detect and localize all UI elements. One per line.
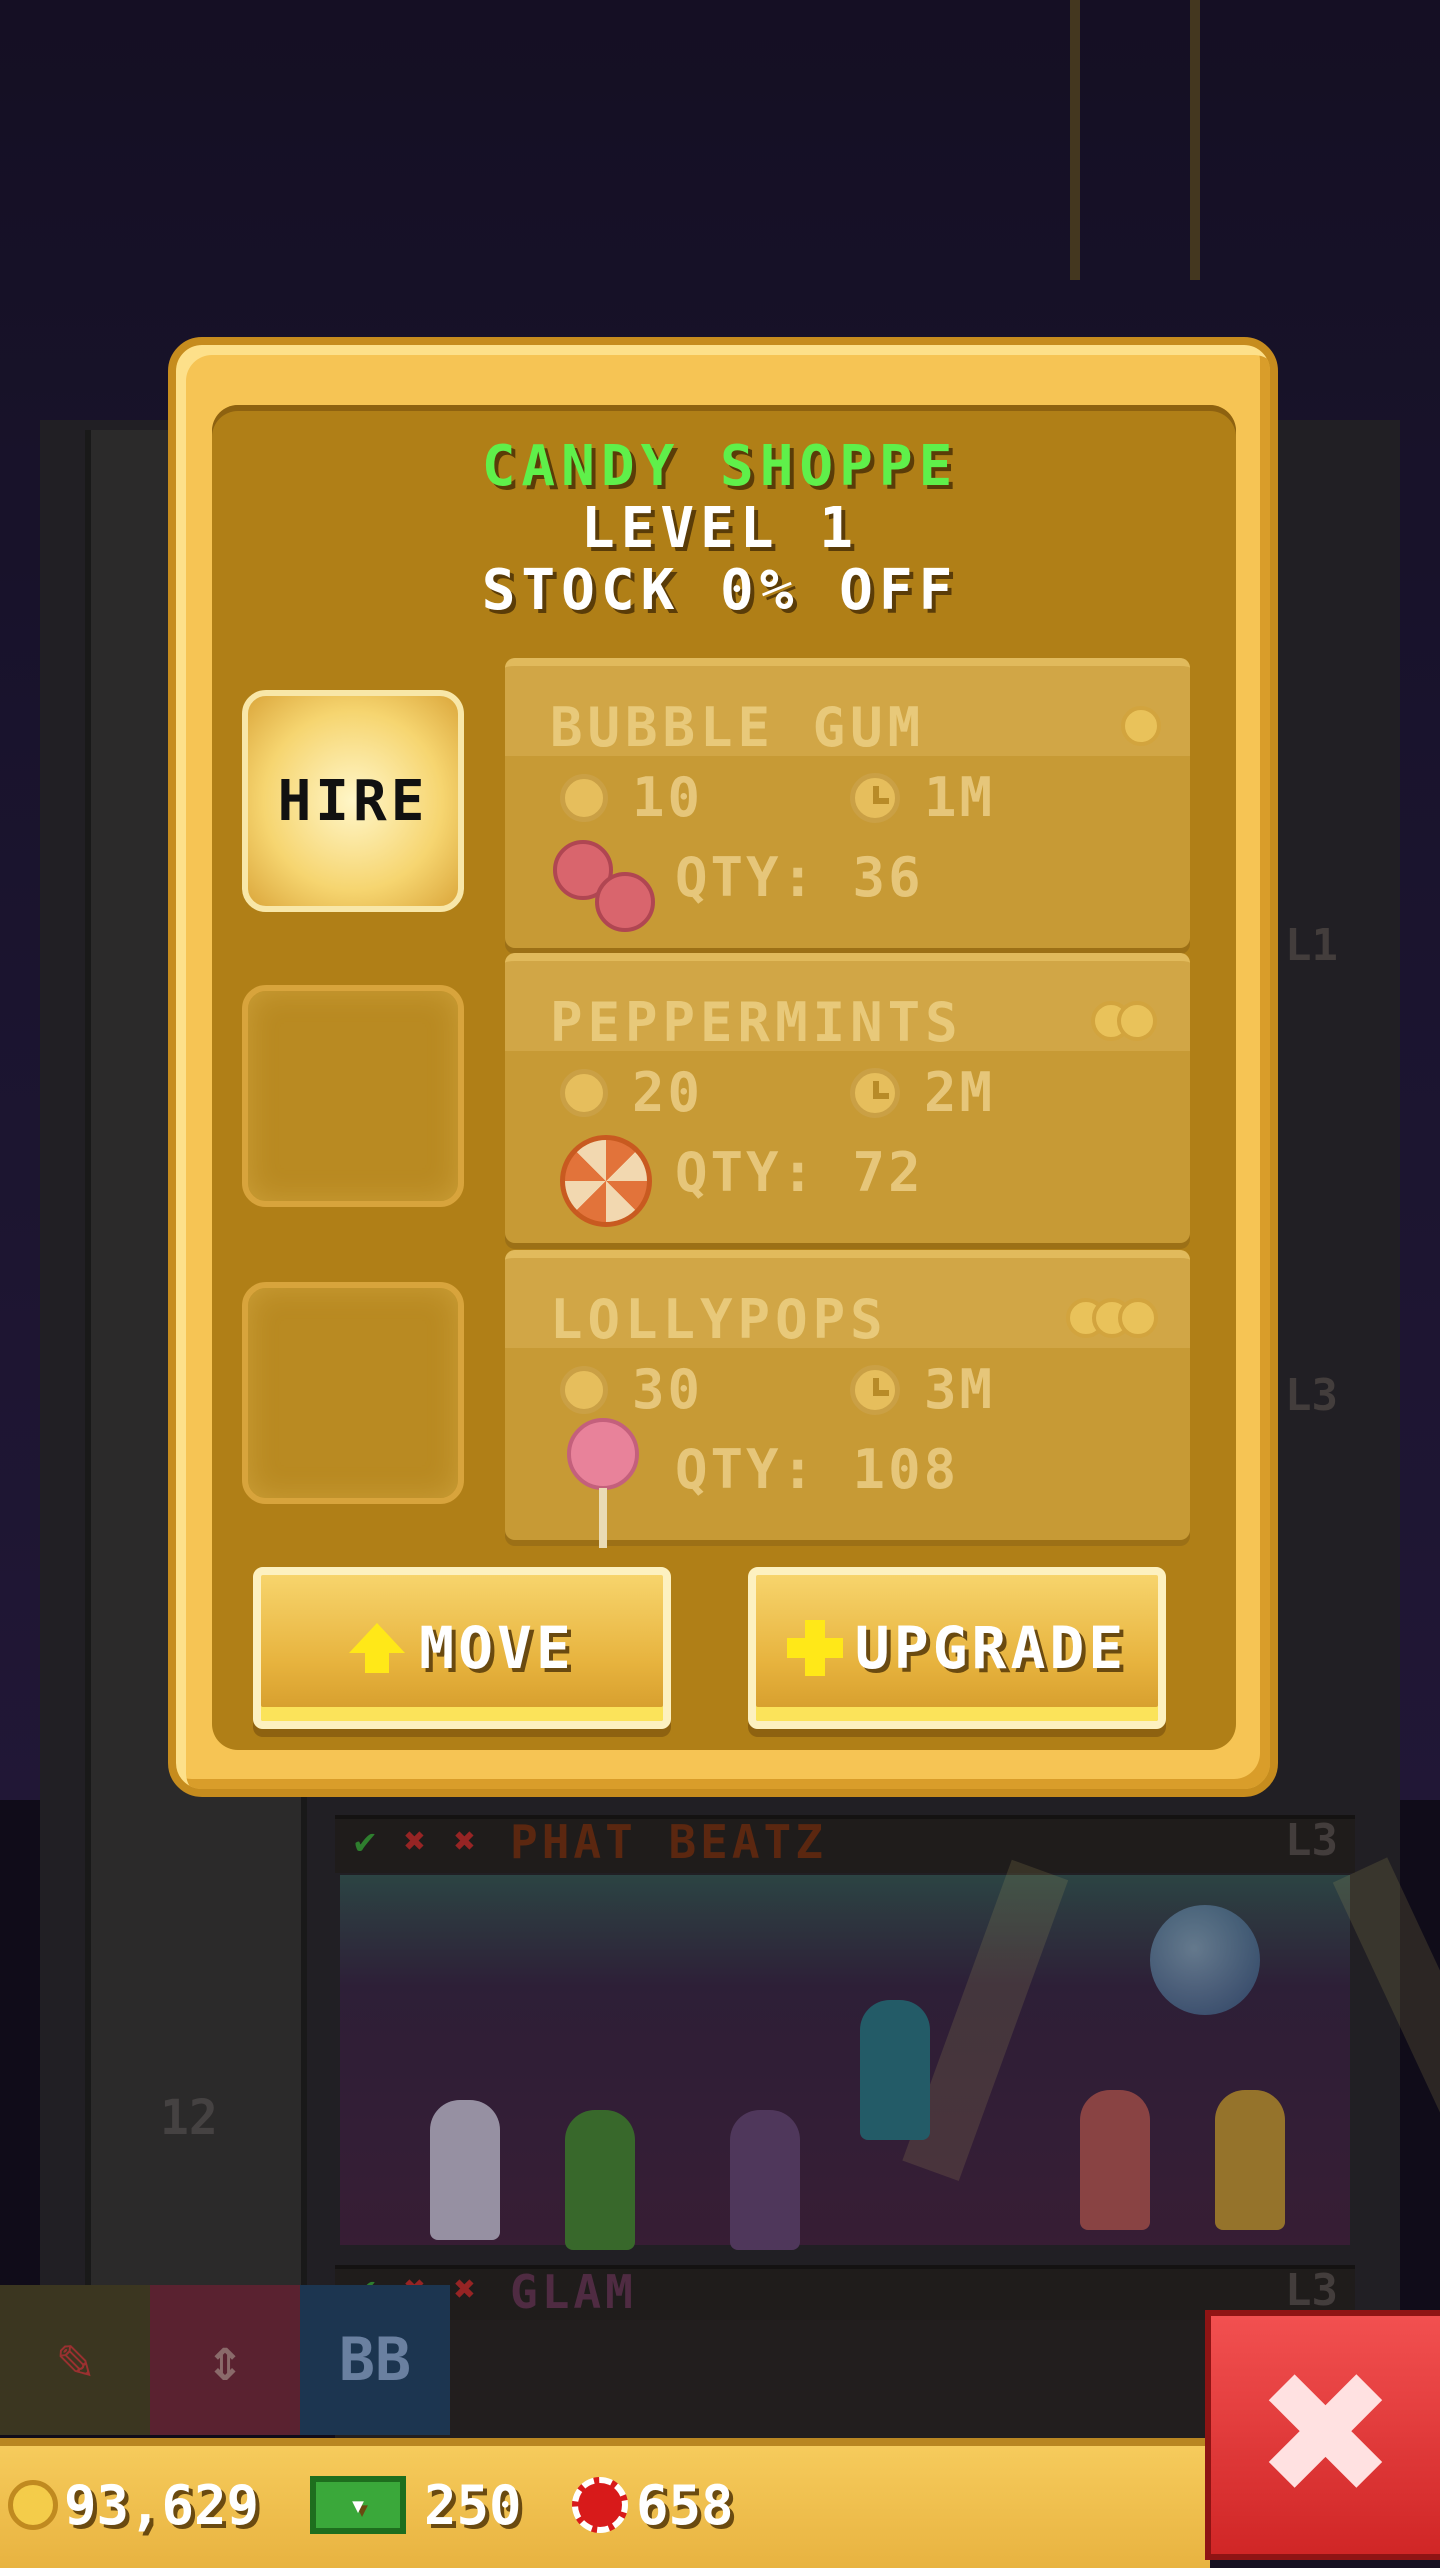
lollypop-icon (567, 1418, 639, 1548)
product-cost: 20 (560, 1061, 703, 1124)
product-name: PEPPERMINTS (550, 991, 963, 1054)
product-qty: QTY: 108 (675, 1438, 959, 1501)
cost-value: 10 (632, 766, 704, 829)
product-bubble-gum[interactable]: BUBBLE GUM 10 1M QTY: 36 (505, 658, 1190, 948)
product-time: 3M (850, 1358, 995, 1421)
coin-icon (560, 773, 608, 822)
move-button[interactable]: MOVE (253, 1567, 671, 1729)
product-qty: QTY: 72 (675, 1141, 924, 1204)
clock-icon (850, 1364, 900, 1415)
bb-label: BB (338, 2325, 412, 2395)
product-cost: 30 (560, 1358, 703, 1421)
coins-counter[interactable]: 93,629 (8, 2470, 259, 2540)
build-tool-button[interactable]: ✎ (0, 2285, 150, 2435)
coin-icon (8, 2480, 58, 2530)
qty-value: QTY: 108 (675, 1438, 960, 1501)
cost-value: 20 (632, 1061, 704, 1124)
cost-value: 30 (632, 1358, 704, 1421)
tier-coins (1091, 1001, 1157, 1041)
tier-coins (1066, 1298, 1158, 1338)
bux-counter[interactable]: ▾ 250 (310, 2470, 522, 2540)
upgrade-label: UPGRADE (854, 1614, 1128, 1682)
upgrade-button[interactable]: UPGRADE (748, 1567, 1166, 1729)
chip-icon (572, 2477, 628, 2533)
bux-icon: ▾ (310, 2476, 406, 2534)
coin-icon (560, 1068, 608, 1117)
move-label: MOVE (419, 1614, 575, 1682)
close-icon: ✖ (1254, 2336, 1397, 2534)
tier-coins (1121, 706, 1161, 746)
qty-value: QTY: 36 (675, 846, 924, 909)
clock-icon (850, 1067, 900, 1118)
bubble-gum-icon (553, 840, 655, 932)
stock-discount: STOCK 0% OFF (481, 558, 959, 623)
coins-value: 93,629 (64, 2473, 260, 2537)
product-name: BUBBLE GUM (550, 696, 926, 759)
chips-counter[interactable]: 658 (572, 2470, 734, 2540)
empty-worker-slot[interactable] (242, 985, 464, 1207)
close-button[interactable]: ✖ (1205, 2310, 1440, 2560)
hire-button[interactable]: HIRE (242, 690, 464, 912)
arrow-up-icon (349, 1623, 406, 1673)
product-time: 1M (850, 766, 995, 829)
hire-label: HIRE (277, 768, 429, 834)
product-name: LOLLYPOPS (550, 1288, 888, 1351)
up-down-arrows-icon: ⇕ (206, 2325, 244, 2395)
product-header: PEPPERMINTS (505, 953, 1190, 1054)
elevator-tool-button[interactable]: ⇕ (150, 2285, 300, 2435)
bux-value: 250 (424, 2473, 522, 2537)
empty-worker-slot[interactable] (242, 1282, 464, 1504)
product-qty: QTY: 36 (675, 846, 924, 909)
product-peppermints[interactable]: PEPPERMINTS 20 2M QTY: 72 (505, 953, 1190, 1243)
peppermint-icon (560, 1135, 652, 1227)
product-cost: 10 (560, 766, 703, 829)
chips-value: 658 (636, 2473, 734, 2537)
product-header: BUBBLE GUM (505, 658, 1190, 759)
coin-icon (560, 1365, 608, 1414)
time-value: 3M (924, 1358, 996, 1421)
product-time: 2M (850, 1061, 995, 1124)
bitbook-button[interactable]: BB (300, 2285, 450, 2435)
plus-icon (786, 1620, 843, 1676)
time-value: 1M (924, 766, 996, 829)
product-lollypops[interactable]: LOLLYPOPS 30 3M QTY: 108 (505, 1250, 1190, 1548)
shop-level: LEVEL 1 (580, 496, 859, 561)
clock-icon (850, 772, 900, 823)
time-value: 2M (924, 1061, 996, 1124)
shop-name: CANDY SHOPPE (481, 434, 959, 499)
qty-value: QTY: 72 (675, 1141, 924, 1204)
hammer-icon: ✎ (56, 2325, 94, 2395)
product-header: LOLLYPOPS (505, 1250, 1190, 1351)
